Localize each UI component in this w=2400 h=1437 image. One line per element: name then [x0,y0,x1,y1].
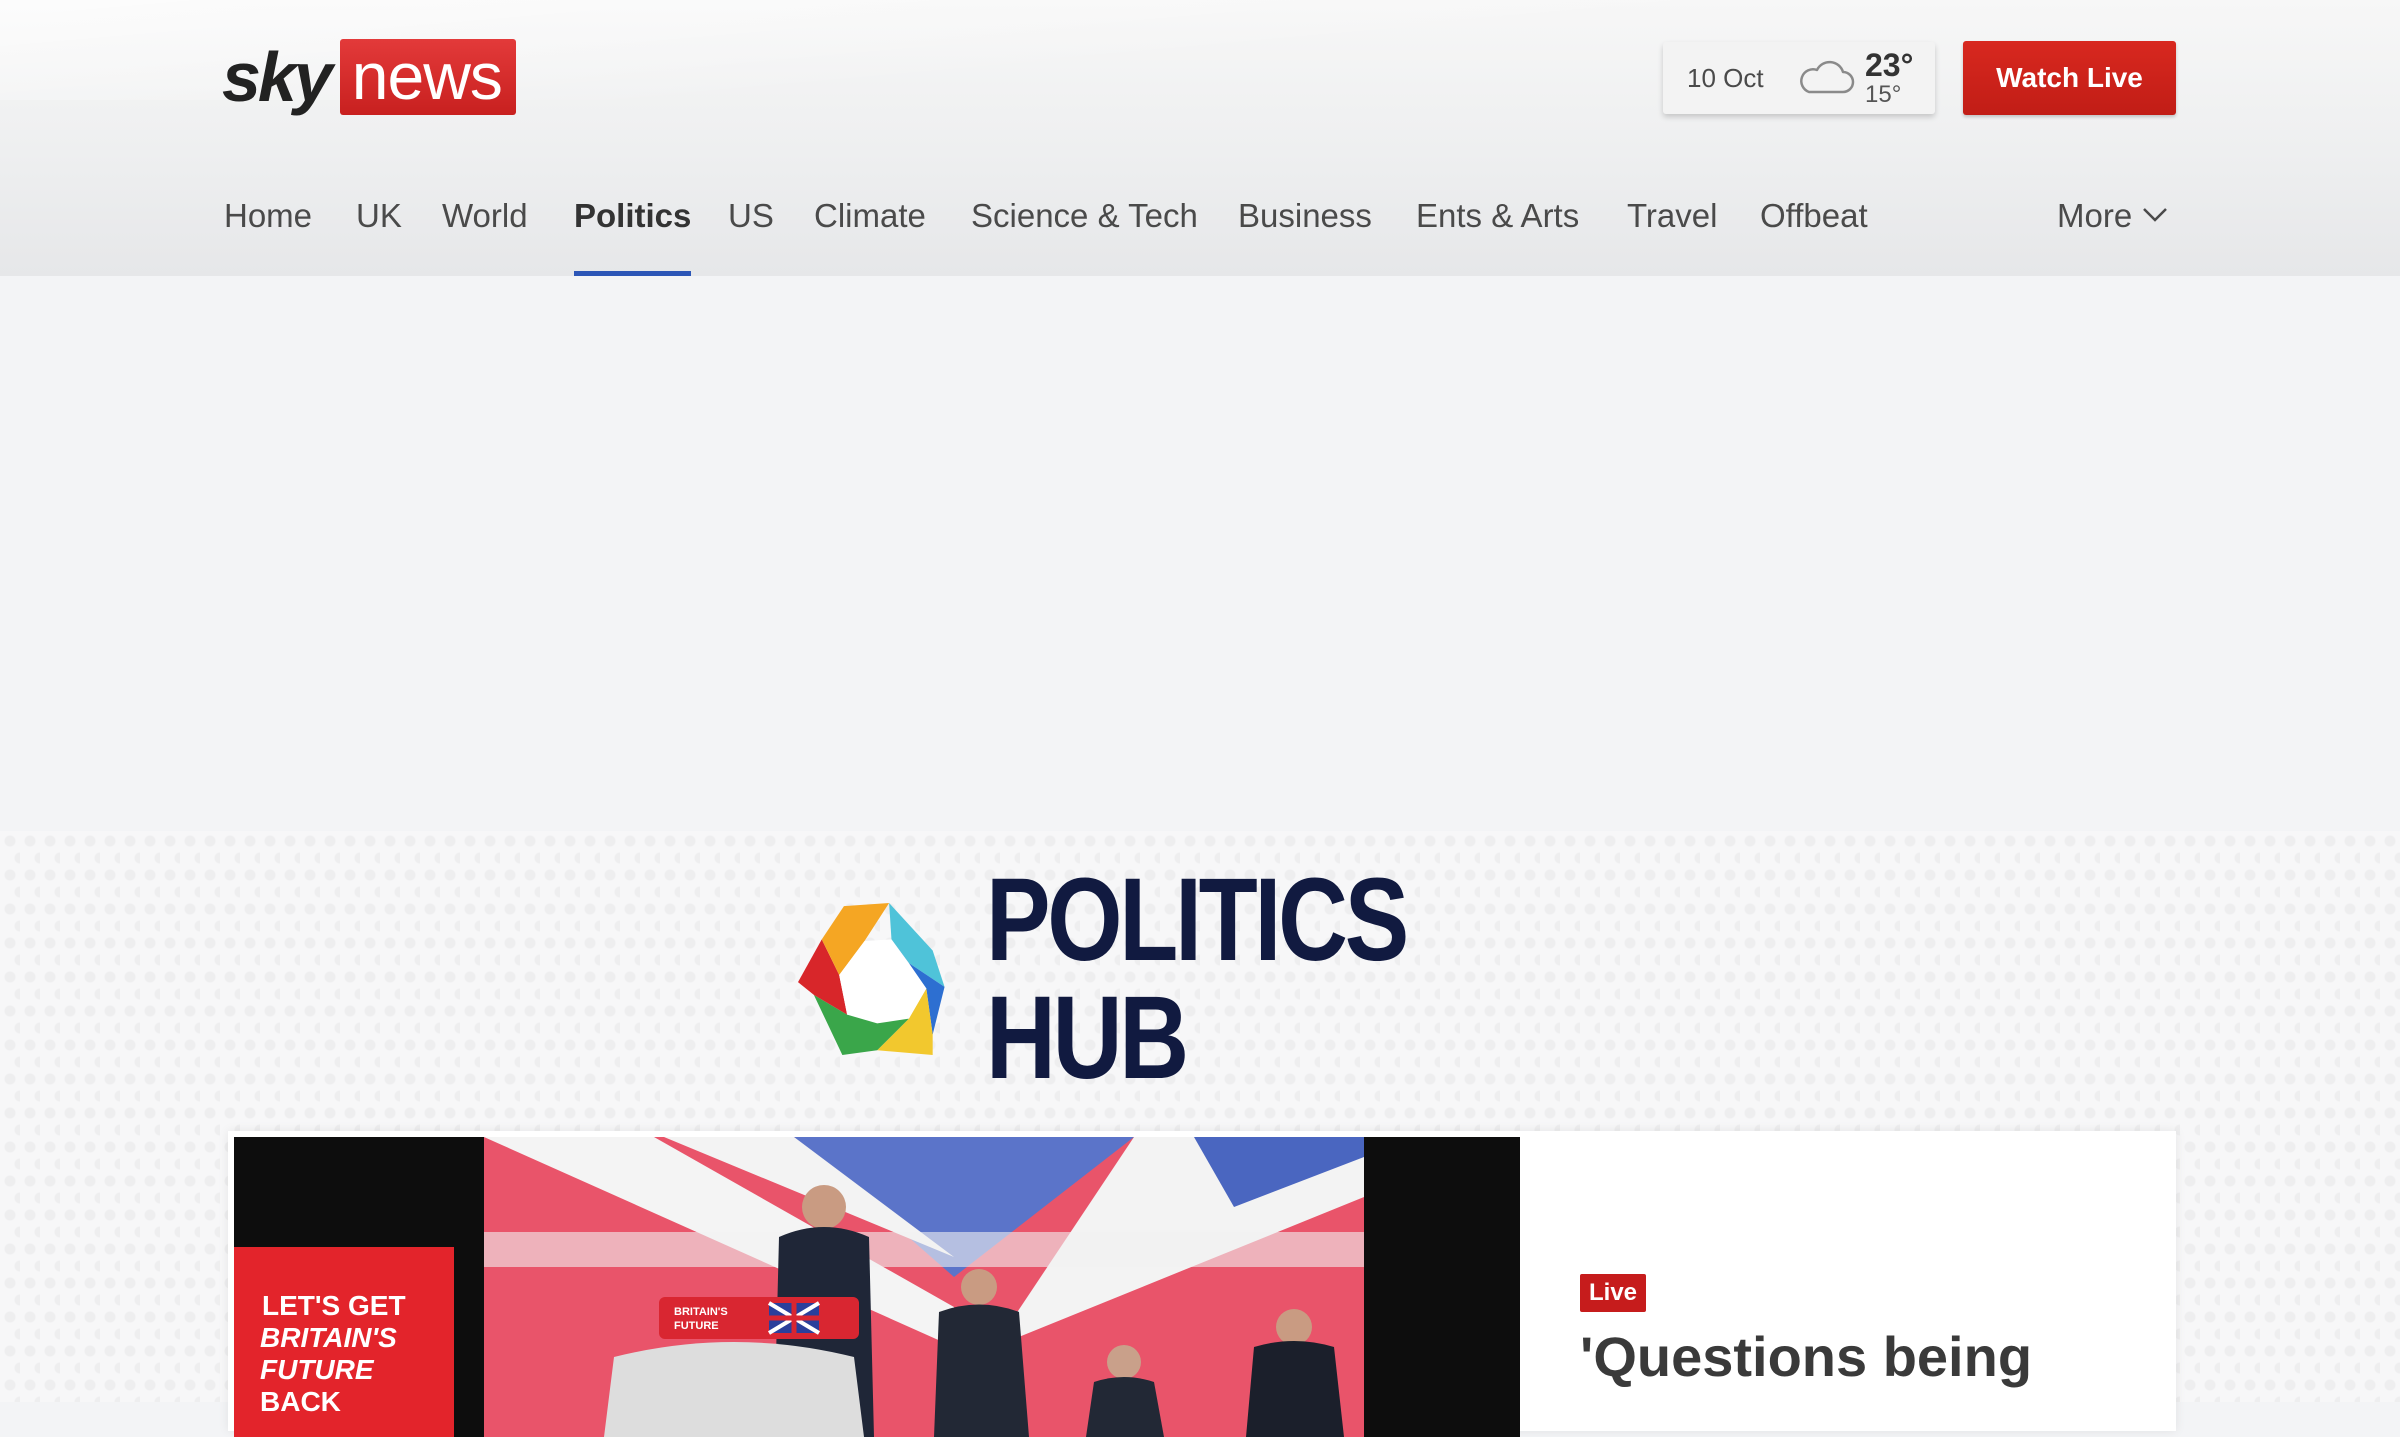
temperature-high: 23° [1865,47,1914,83]
politics-hub-logo[interactable]: POLITICS HUB [798,861,1608,1097]
nav-item-ents-arts[interactable]: Ents & Arts [1416,190,1579,276]
nav-more-label: More [2057,197,2133,234]
advertisement-slot [0,276,2400,831]
nav-item-business[interactable]: Business [1238,190,1372,276]
logo-sky-text: sky [222,38,333,116]
nav-item-politics[interactable]: Politics [574,190,692,276]
politics-hub-hexagon-icon [798,902,945,1056]
lead-story-text: Live 'Questions being [1580,1131,2160,1431]
sign-text-line-2: BRITAIN'S [260,1322,397,1353]
site-header: sky news 10 Oct 23° 15° Watch Live Home … [0,0,2400,276]
lead-story-image[interactable]: LET'S GET BRITAIN'S FUTURE BACK BRITAIN'… [234,1137,1520,1437]
cloud-icon [1800,60,1855,94]
nav-item-us[interactable]: US [728,190,774,276]
weather-temps: 23° 15° [1865,49,1913,107]
weather-widget[interactable]: 10 Oct 23° 15° [1663,42,1935,114]
chevron-down-icon [2143,208,2168,222]
nav-more-button[interactable]: More [2057,190,2168,276]
nav-item-science-tech[interactable]: Science & Tech [971,190,1198,276]
lectern-text-line-2: FUTURE [674,1320,719,1332]
weather-date: 10 Oct [1687,62,1764,93]
watch-live-button[interactable]: Watch Live [1963,41,2176,115]
nav-item-offbeat[interactable]: Offbeat [1760,190,1868,276]
logo-news-text: news [339,39,516,115]
sky-news-logo[interactable]: sky news [222,38,516,116]
nav-item-travel[interactable]: Travel [1627,190,1717,276]
nav-item-climate[interactable]: Climate [814,190,926,276]
lead-story-headline[interactable]: 'Questions being [1580,1325,2180,1389]
temperature-low: 15° [1865,81,1902,108]
politics-hub-title: POLITICS HUB [986,854,1409,1104]
lectern-text-line-1: BRITAIN'S [674,1306,728,1318]
nav-item-home[interactable]: Home [224,190,312,276]
live-badge: Live [1580,1274,1647,1312]
sign-text-line-3: FUTURE [260,1354,375,1385]
nav-item-world[interactable]: World [442,190,528,276]
lead-story-card[interactable]: LET'S GET BRITAIN'S FUTURE BACK BRITAIN'… [228,1131,2176,1437]
nav-item-uk[interactable]: UK [356,190,402,276]
politics-hub-section: POLITICS HUB LET'S GET BRITAIN'S FUTURE … [0,831,2400,1437]
conference-stage-image: LET'S GET BRITAIN'S FUTURE BACK BRITAIN'… [234,1137,1520,1437]
main-navigation: Home UK World Politics US Climate Scienc… [224,190,2184,276]
sign-text-line-1: LET'S GET [262,1290,406,1321]
